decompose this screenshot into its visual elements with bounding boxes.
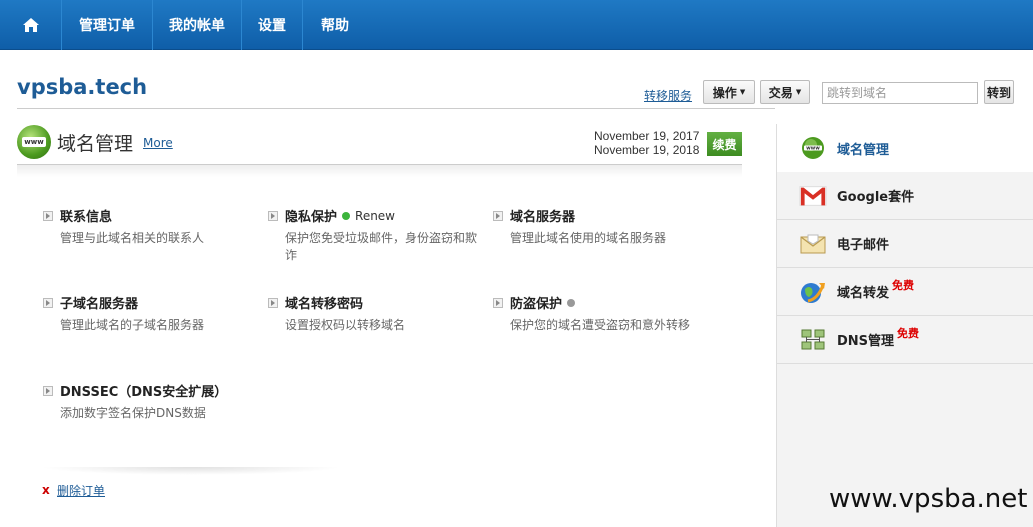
svg-text:www: www xyxy=(806,146,820,152)
sidebar-item-label: Google套件 xyxy=(837,190,915,205)
date-start: November 19, 2017 xyxy=(594,129,700,143)
status-dot-green-icon xyxy=(342,211,351,220)
feature-theft-protection: 防盗保护 保护您的域名遭受盗窃和意外转移 xyxy=(493,293,713,334)
feature-title-link[interactable]: 防盗保护 xyxy=(493,293,713,312)
feature-desc: 设置授权码以转移域名 xyxy=(285,318,406,332)
feature-contact-info: 联系信息 管理与此域名相关的联系人 xyxy=(43,206,258,247)
feature-desc: 添加数字签名保护DNS数据 xyxy=(60,406,206,420)
nav-my-billing[interactable]: 我的帐单 xyxy=(153,0,242,50)
sidebar-item-label: 电子邮件 xyxy=(837,238,890,253)
feature-title: 子域名服务器 xyxy=(60,297,139,312)
date-end: November 19, 2018 xyxy=(594,143,700,157)
right-sidebar: www 域名管理 Google套件 电子邮件 域名转发 免费 DNS管理 免费 xyxy=(776,124,1033,527)
arrow-right-icon xyxy=(43,297,53,308)
feature-title-link[interactable]: 联系信息 xyxy=(43,206,258,225)
arrow-right-icon xyxy=(493,297,503,308)
feature-title: 域名转移密码 xyxy=(285,297,364,312)
feature-desc: 管理与此域名相关的联系人 xyxy=(60,231,205,245)
nav-manage-orders[interactable]: 管理订单 xyxy=(62,0,153,50)
registration-dates: November 19, 2017 November 19, 2018 xyxy=(594,129,699,157)
www-globe-icon: www xyxy=(17,125,51,159)
feature-child-nameservers: 子域名服务器 管理此域名的子域名服务器 xyxy=(43,293,258,334)
dns-server-icon xyxy=(799,327,827,353)
goto-button[interactable]: 转到 xyxy=(984,80,1014,104)
operations-dropdown[interactable]: 操作 ▼ xyxy=(703,80,755,104)
free-badge: 免费 xyxy=(892,278,915,292)
header-divider xyxy=(17,108,775,109)
section-shadow xyxy=(17,165,742,177)
section-title: 域名管理 xyxy=(57,133,134,155)
arrow-right-icon xyxy=(268,210,278,221)
feature-desc: 保护您的域名遭受盗窃和意外转移 xyxy=(510,318,691,332)
trade-label: 交易 xyxy=(768,85,793,100)
sidebar-item-google-suite[interactable]: Google套件 xyxy=(777,172,1033,220)
caret-down-icon: ▼ xyxy=(739,88,746,96)
renew-button[interactable]: 续费 xyxy=(707,132,742,156)
feature-title: 防盗保护 xyxy=(510,297,563,312)
nav-home[interactable] xyxy=(0,0,62,50)
sidebar-item-label: 域名转发 xyxy=(837,286,890,301)
feature-title: 隐私保护 xyxy=(285,210,338,225)
watermark: www.vpsba.net xyxy=(829,484,1028,514)
feature-title: 联系信息 xyxy=(60,210,113,225)
feature-desc: 保护您免受垃圾邮件，身份盗窃和欺诈 xyxy=(285,231,478,262)
gmail-icon xyxy=(799,183,827,209)
top-nav: 管理订单 我的帐单 设置 帮助 xyxy=(0,0,1033,50)
bottom-shadow xyxy=(40,467,342,475)
delete-order-link[interactable]: 删除订单 xyxy=(57,482,105,499)
feature-desc: 管理此域名使用的域名服务器 xyxy=(510,231,667,245)
free-badge: 免费 xyxy=(897,326,920,340)
feature-title-link[interactable]: 域名转移密码 xyxy=(268,293,483,312)
status-dot-gray-icon xyxy=(567,298,576,307)
sidebar-item-domain-forwarding[interactable]: 域名转发 免费 xyxy=(777,268,1033,316)
home-icon xyxy=(22,18,39,32)
feature-title-link[interactable]: 子域名服务器 xyxy=(43,293,258,312)
caret-down-icon: ▼ xyxy=(795,88,802,96)
feature-title: 域名服务器 xyxy=(510,210,576,225)
sidebar-item-label: DNS管理 xyxy=(837,334,895,349)
forward-globe-icon xyxy=(799,279,827,305)
operations-label: 操作 xyxy=(712,85,737,100)
feature-title: DNSSEC（DNS安全扩展） xyxy=(60,385,228,400)
sidebar-item-label: 域名管理 xyxy=(837,142,890,158)
feature-title-link[interactable]: DNSSEC（DNS安全扩展） xyxy=(43,381,283,400)
feature-dnssec: DNSSEC（DNS安全扩展） 添加数字签名保护DNS数据 xyxy=(43,381,283,422)
nav-settings[interactable]: 设置 xyxy=(242,0,303,50)
envelope-icon xyxy=(799,231,827,257)
arrow-right-icon xyxy=(268,297,278,308)
transfer-service-link[interactable]: 转移服务 xyxy=(644,87,692,104)
arrow-right-icon xyxy=(493,210,503,221)
feature-desc: 管理此域名的子域名服务器 xyxy=(60,318,205,332)
more-link[interactable]: More xyxy=(143,136,173,150)
feature-privacy-protection: 隐私保护 Renew 保护您免受垃圾邮件，身份盗窃和欺诈 xyxy=(268,206,483,264)
privacy-status: Renew xyxy=(355,208,395,223)
page-title: vpsba.tech xyxy=(17,75,148,99)
www-globe-icon: www xyxy=(799,135,827,161)
feature-title-link[interactable]: 域名服务器 xyxy=(493,206,708,225)
feature-transfer-code: 域名转移密码 设置授权码以转移域名 xyxy=(268,293,483,334)
feature-nameservers: 域名服务器 管理此域名使用的域名服务器 xyxy=(493,206,708,247)
feature-title-link[interactable]: 隐私保护 Renew xyxy=(268,206,483,225)
sidebar-item-domain-management[interactable]: www 域名管理 xyxy=(777,124,1033,172)
goto-domain-input[interactable] xyxy=(822,82,978,104)
sidebar-item-email[interactable]: 电子邮件 xyxy=(777,220,1033,268)
trade-dropdown[interactable]: 交易 ▼ xyxy=(760,80,810,104)
arrow-right-icon xyxy=(43,385,53,396)
arrow-right-icon xyxy=(43,210,53,221)
nav-help[interactable]: 帮助 xyxy=(303,0,367,50)
sidebar-item-dns-management[interactable]: DNS管理 免费 xyxy=(777,316,1033,364)
delete-x-icon: x xyxy=(42,483,50,497)
